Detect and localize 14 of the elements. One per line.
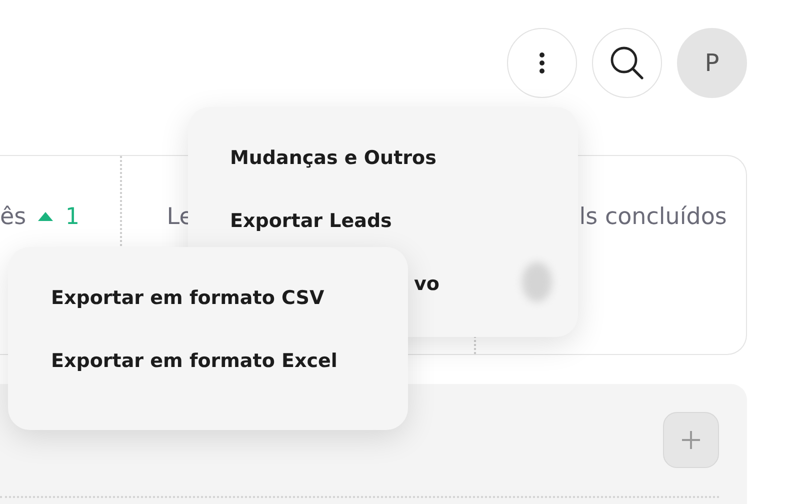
add-button[interactable] [663,412,719,468]
menu-item[interactable]: Mudanças e Outros [230,145,436,172]
up-triangle-icon [38,212,54,221]
menu-item[interactable]: Exportar em formato CSV [51,285,408,312]
stat-label: ls concluídos [579,204,727,230]
menu-item[interactable]: Exportar Leads [230,208,392,235]
menu-item[interactable]: vo [414,271,440,298]
trend-value: 1 [65,204,79,230]
avatar-button[interactable]: P [677,28,747,98]
menu-item[interactable]: Exportar em formato Excel [51,348,408,375]
search-icon [609,45,645,81]
vertical-dots-icon [539,52,545,74]
plus-icon [681,430,701,450]
stat-label: ês [0,204,26,230]
